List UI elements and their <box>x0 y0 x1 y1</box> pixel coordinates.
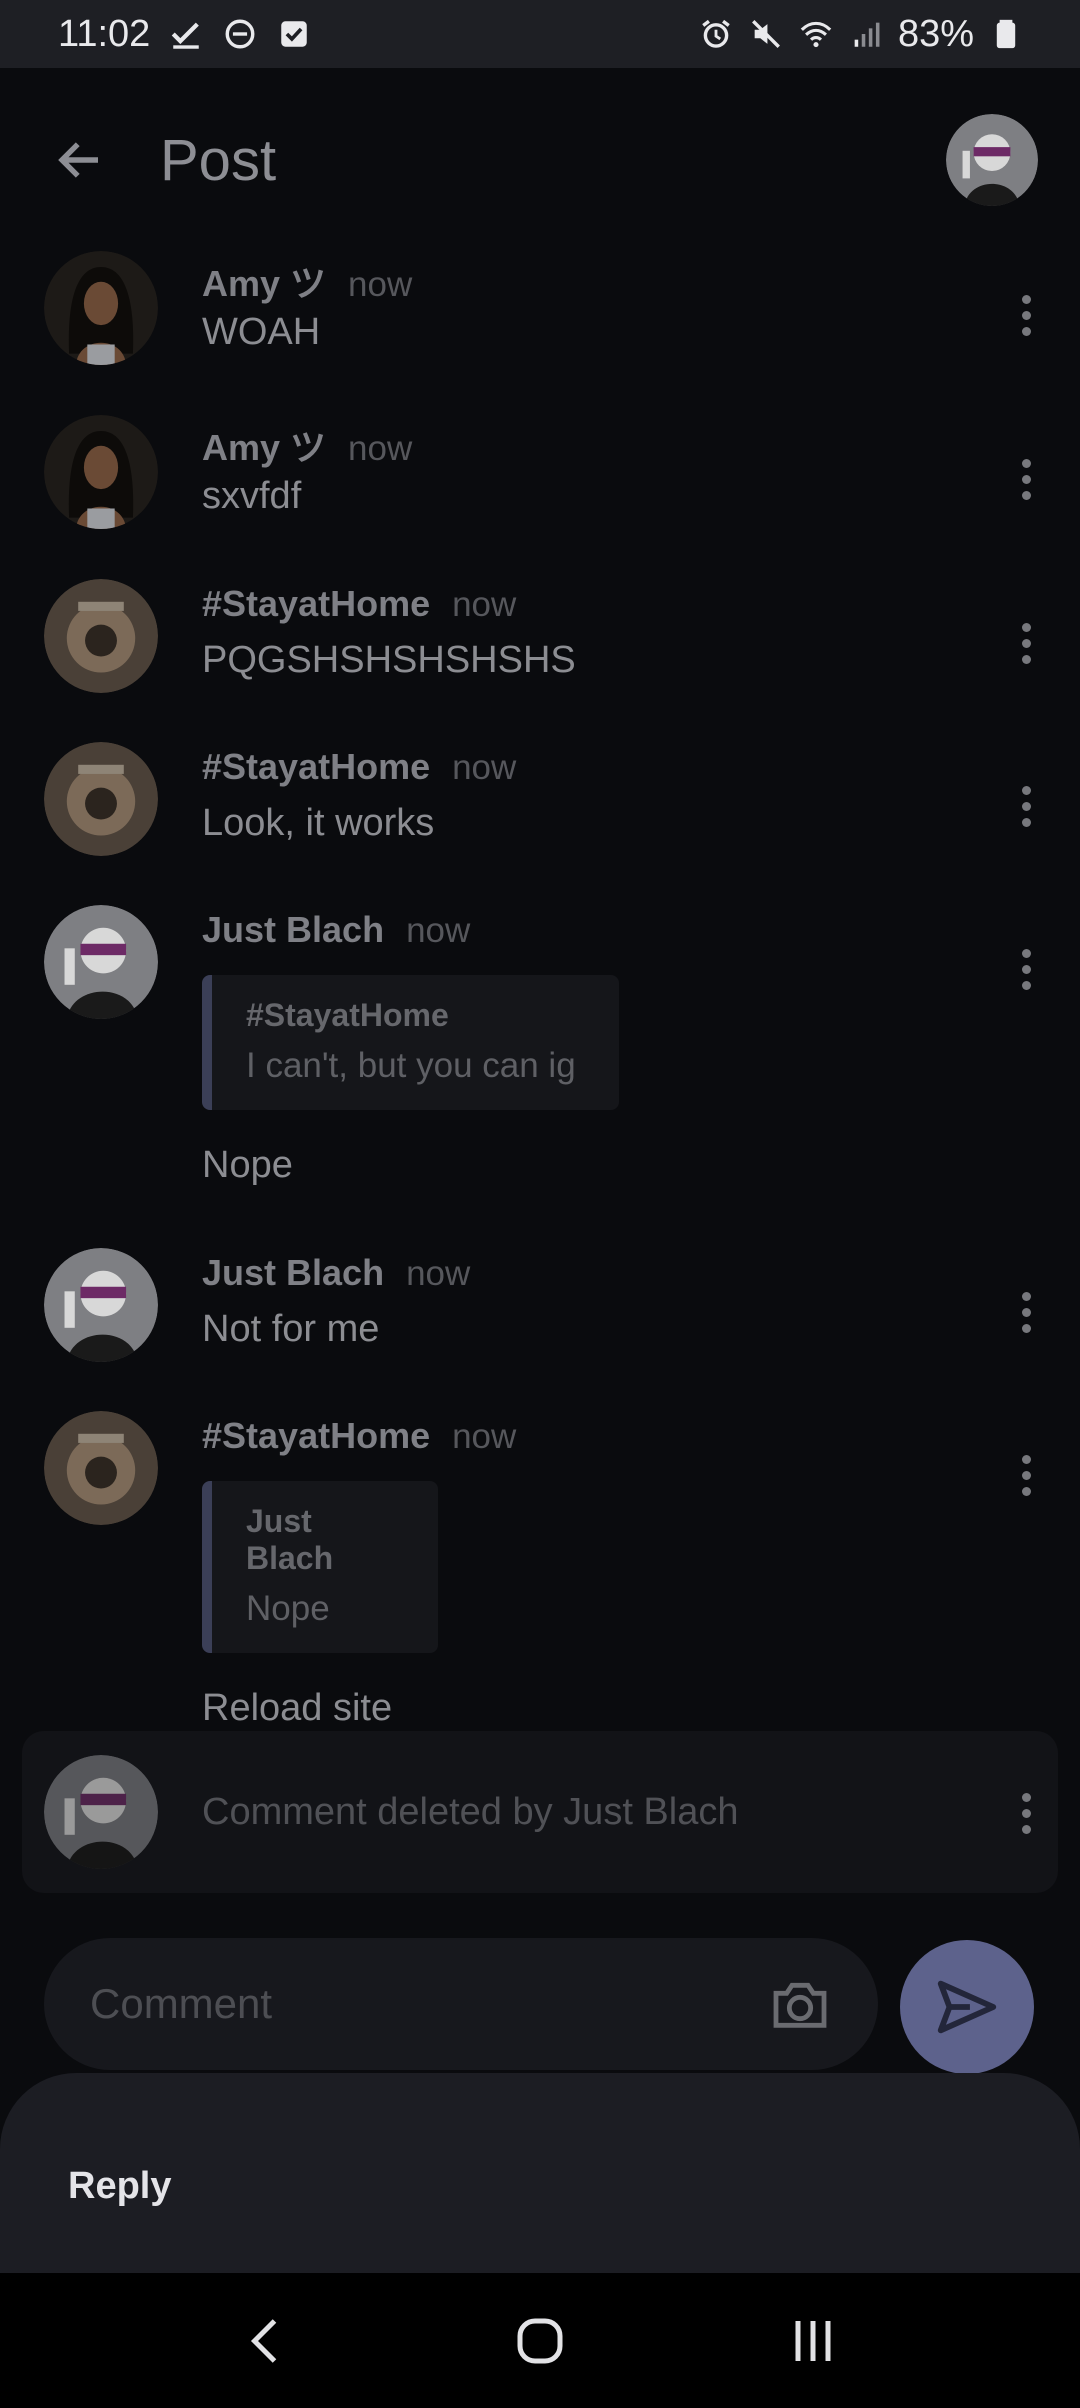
reply-action[interactable]: Reply <box>68 2165 171 2208</box>
comment-item: #StayatHome now PQGSHSHSHSHSHS <box>0 573 1080 736</box>
nav-home-icon[interactable] <box>495 2296 585 2386</box>
status-time: 11:02 <box>58 12 151 55</box>
comment-item: #StayatHome now Just Blach Nope Reload s… <box>0 1405 1080 1729</box>
avatar[interactable] <box>44 905 158 1019</box>
more-options-icon[interactable] <box>1006 776 1046 836</box>
app-bar: Post <box>0 68 1080 252</box>
checkbox-icon <box>276 16 312 52</box>
comment-item: Just Blach now #StayatHome I can't, but … <box>0 899 1080 1242</box>
avatar[interactable] <box>44 742 158 856</box>
more-options-icon[interactable] <box>1006 449 1046 509</box>
comment-text: Nope <box>202 1144 293 1186</box>
comment-composer <box>44 1938 878 2070</box>
quote-author: Just Blach <box>246 1503 334 1576</box>
do-not-disturb-icon <box>222 16 258 52</box>
nav-recents-icon[interactable] <box>768 2296 858 2386</box>
comment-text: WOAH <box>202 311 321 353</box>
comment-input[interactable] <box>90 1980 730 2028</box>
profile-avatar[interactable] <box>946 114 1038 206</box>
page-title: Post <box>160 127 277 193</box>
comment-time: now <box>348 265 413 304</box>
comment-list: Amy ツ now WOAH Amy ツ now sxvfdf #StayatH… <box>0 245 1080 1729</box>
more-options-icon[interactable] <box>1006 1783 1046 1843</box>
send-icon <box>937 1980 997 2034</box>
alarm-icon <box>698 16 734 52</box>
comment-item: Amy ツ now WOAH <box>0 245 1080 409</box>
comment-text: Not for me <box>202 1308 380 1350</box>
more-options-icon[interactable] <box>1006 1282 1046 1342</box>
camera-icon[interactable] <box>768 1972 832 2036</box>
wifi-icon <box>798 16 834 52</box>
quoted-comment[interactable]: #StayatHome I can't, but you can ig <box>202 975 619 1110</box>
comment-author[interactable]: #StayatHome <box>202 583 430 625</box>
deleted-comment-text: Comment deleted by Just Blach <box>202 1790 739 1833</box>
comment-time: now <box>348 429 413 468</box>
comment-text: Reload site <box>202 1687 393 1729</box>
system-nav-bar <box>0 2273 1080 2408</box>
more-options-icon[interactable] <box>1006 285 1046 345</box>
comment-item: #StayatHome now Look, it works <box>0 736 1080 899</box>
comment-time: now <box>406 911 471 950</box>
comment-author[interactable]: Just Blach <box>202 1252 384 1294</box>
comment-author[interactable]: Amy ツ <box>202 419 326 471</box>
avatar[interactable] <box>44 1248 158 1362</box>
comment-time: now <box>452 585 517 624</box>
comment-time: now <box>452 748 517 787</box>
comment-text: Look, it works <box>202 802 435 844</box>
quote-text: I can't, but you can ig <box>246 1046 576 1085</box>
mute-icon <box>748 16 784 52</box>
comment-text: PQGSHSHSHSHSHS <box>202 639 576 681</box>
avatar[interactable] <box>44 251 158 365</box>
comment-author[interactable]: #StayatHome <box>202 746 430 788</box>
comment-author[interactable]: #StayatHome <box>202 1415 430 1457</box>
avatar[interactable] <box>44 1411 158 1525</box>
quoted-comment[interactable]: Just Blach Nope <box>202 1481 438 1653</box>
more-options-icon[interactable] <box>1006 939 1046 999</box>
comment-text: sxvfdf <box>202 475 302 517</box>
avatar[interactable] <box>44 1755 158 1869</box>
more-options-icon[interactable] <box>1006 613 1046 673</box>
quote-author: #StayatHome <box>246 997 449 1033</box>
quote-text: Nope <box>246 1589 330 1628</box>
avatar[interactable] <box>44 579 158 693</box>
back-arrow-icon[interactable] <box>48 128 112 192</box>
battery-percent: 83% <box>897 12 974 55</box>
send-button[interactable] <box>900 1940 1034 2074</box>
more-options-icon[interactable] <box>1006 1445 1046 1505</box>
comment-time: now <box>452 1417 517 1456</box>
avatar[interactable] <box>44 415 158 529</box>
battery-icon <box>988 16 1024 52</box>
nav-back-icon[interactable] <box>222 2296 312 2386</box>
comment-item: Amy ツ now sxvfdf <box>0 409 1080 573</box>
bottom-sheet: Reply <box>0 2073 1080 2273</box>
status-bar: 11:02 83% <box>0 0 1080 68</box>
check-icon <box>168 16 204 52</box>
comment-author[interactable]: Just Blach <box>202 909 384 951</box>
comment-item: Just Blach now Not for me <box>0 1242 1080 1405</box>
comment-author[interactable]: Amy ツ <box>202 255 326 307</box>
comment-time: now <box>406 1254 471 1293</box>
deleted-comment: Comment deleted by Just Blach <box>22 1731 1058 1893</box>
signal-icon <box>848 16 884 52</box>
